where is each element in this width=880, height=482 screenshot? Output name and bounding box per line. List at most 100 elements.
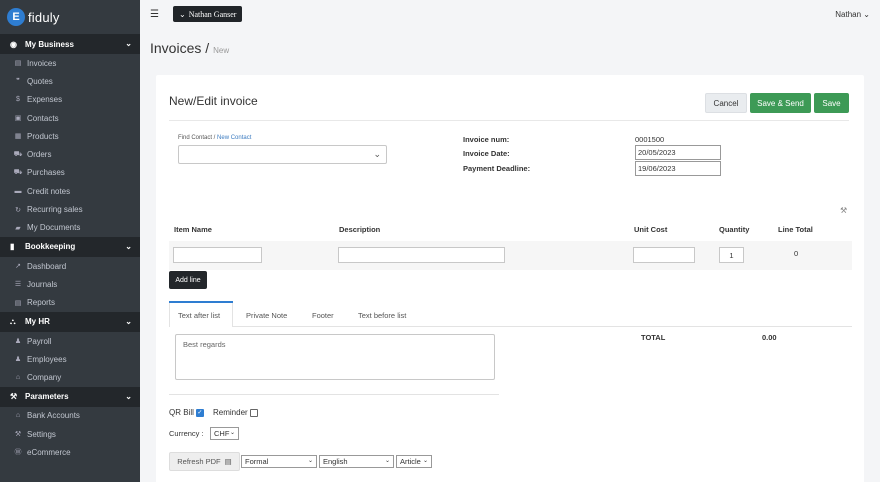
book-icon: ▮ (10, 242, 15, 252)
sidebar-section-my-business[interactable]: ◉ My Business ⌄ (0, 34, 140, 54)
chevron-down-icon: ⌄ (373, 149, 381, 159)
list-icon: ☰ (14, 281, 22, 289)
sidebar-item-my-documents[interactable]: ▰ My Documents (0, 219, 140, 237)
sidebar-item-recurring-sales[interactable]: ↻ Recurring sales (0, 200, 140, 218)
find-contact-label: Find Contact / New Contact (178, 135, 252, 141)
tab-active-indicator (169, 301, 233, 303)
bank-icon: ⌂ (15, 412, 21, 420)
divider (169, 394, 499, 395)
chevron-down-icon: ⌄ (125, 391, 132, 401)
user-money-icon: ♟ (14, 338, 22, 345)
sidebar-item-journals[interactable]: ☰ Journals (0, 275, 140, 293)
box-icon: ▦ (14, 133, 22, 141)
sidebar-item-quotes[interactable]: ❞ Quotes (0, 72, 140, 90)
chevron-down-icon: ⌄ (179, 9, 186, 19)
sidebar-item-bank-accounts[interactable]: ⌂ Bank Accounts (0, 407, 140, 425)
logo-icon: E (7, 8, 25, 26)
item-name-input[interactable] (173, 247, 262, 263)
chevron-down-icon: ⌄ (422, 458, 428, 464)
minus-icon: ▬ (14, 187, 22, 195)
folder-icon: ▰ (15, 224, 21, 232)
sidebar: E fiduly ◉ My Business ⌄ ▤ Invoices ❞ Quot… (0, 0, 140, 482)
table-row (169, 241, 852, 270)
invoice-num-label: Invoice num: (463, 135, 510, 144)
pdf-style-select[interactable]: Formal ⌄ (241, 455, 317, 468)
tab-private-note[interactable]: Private Note (246, 311, 287, 320)
sidebar-item-contacts[interactable]: ▣ Contacts (0, 109, 140, 127)
sidebar-item-employees[interactable]: ♟ Employees (0, 350, 140, 368)
quote-icon: ❞ (16, 78, 20, 86)
brand-logo[interactable]: E fiduly (0, 0, 140, 34)
address-card-icon: ▣ (14, 115, 22, 123)
sidebar-item-dashboard[interactable]: ↗ Dashboard (0, 257, 140, 275)
qr-bill-checkbox[interactable]: ✓ (195, 408, 204, 417)
col-description: Description (339, 225, 381, 234)
reminder-checkbox[interactable] (249, 408, 258, 417)
refresh-icon: ↻ (15, 206, 21, 214)
sidebar-item-expenses[interactable]: $ Expenses (0, 91, 140, 109)
new-contact-link[interactable]: New Contact (217, 135, 251, 141)
page-title: Invoices / New (150, 40, 230, 56)
tab-footer[interactable]: Footer (312, 311, 334, 320)
refresh-pdf-button[interactable]: Refresh PDF ▤ (169, 452, 240, 471)
report-icon: ▤ (14, 299, 22, 307)
wrench-icon[interactable]: ⚒ (840, 206, 847, 215)
cancel-button[interactable]: Cancel (705, 93, 747, 113)
sitemap-icon: ⛬ (10, 316, 16, 326)
invoice-date-input[interactable]: 20/05/2023 (635, 145, 721, 160)
description-input[interactable] (338, 247, 505, 263)
chevron-down-icon: ⌄ (307, 458, 313, 464)
col-unit-cost: Unit Cost (634, 225, 668, 234)
chevron-down-icon: ⌄ (125, 316, 132, 326)
pdf-layout-select[interactable]: Article ⌄ (396, 455, 432, 468)
dollar-icon: $ (16, 96, 20, 104)
chevron-down-icon: ⌄ (125, 241, 132, 251)
reminder-option[interactable]: Reminder (213, 408, 258, 417)
payment-deadline-input[interactable]: 19/06/2023 (635, 161, 721, 176)
sidebar-item-invoices[interactable]: ▤ Invoices (0, 54, 140, 72)
sidebar-item-ecommerce[interactable]: ⓌeCommerce (0, 443, 140, 461)
sidebar-item-payroll[interactable]: ♟ Payroll (0, 332, 140, 350)
brand-name: fiduly (28, 9, 60, 25)
users-icon: ♟ (14, 356, 22, 364)
col-quantity: Quantity (719, 225, 750, 234)
cart-icon: ⛟ (13, 151, 23, 159)
user-menu[interactable]: Nathan ⌄ (835, 10, 870, 19)
add-line-button[interactable]: Add line (169, 271, 207, 289)
pdf-language-select[interactable]: English ⌄ (319, 455, 394, 468)
breadcrumb-current: New (213, 46, 230, 55)
sidebar-item-products[interactable]: ▦ Products (0, 127, 140, 145)
sidebar-item-purchases[interactable]: ⛟ Purchases (0, 164, 140, 182)
dashboard-gauge-icon: ◉ (10, 39, 17, 49)
currency-select[interactable]: CHF ⌄ (210, 427, 239, 440)
sidebar-item-orders[interactable]: ⛟ Orders (0, 145, 140, 163)
invoice-num-value: 0001500 (635, 135, 665, 144)
tab-text-before-list[interactable]: Text before list (358, 311, 406, 320)
tab-text-after-list[interactable]: Text after list (178, 311, 220, 320)
text-after-list-textarea[interactable]: Best regards (175, 334, 495, 380)
invoice-date-label: Invoice Date: (463, 149, 510, 158)
chevron-down-icon: ⌄ (863, 10, 870, 19)
sidebar-section-bookkeeping[interactable]: ▮ Bookkeeping ⌄ (0, 236, 140, 257)
sidebar-section-parameters[interactable]: ⚒ Parameters ⌄ (0, 386, 140, 407)
sidebar-item-settings[interactable]: ⚒ Settings (0, 425, 140, 443)
account-dropdown[interactable]: ⌄ Nathan Ganser (173, 6, 243, 22)
sidebar-section-my-hr[interactable]: ⛬ My HR ⌄ (0, 311, 140, 332)
contact-select[interactable]: ⌄ (178, 145, 387, 164)
divider (169, 120, 849, 121)
total-value: 0.00 (762, 333, 777, 342)
unit-cost-input[interactable] (633, 247, 695, 263)
hamburger-menu-icon[interactable]: ☰ (150, 9, 159, 20)
sidebar-item-company[interactable]: ⌂ Company (0, 368, 140, 386)
quantity-input[interactable]: 1 (719, 247, 744, 263)
form-title: New/Edit invoice (169, 94, 258, 108)
sidebar-item-reports[interactable]: ▤ Reports (0, 294, 140, 312)
building-icon: ⌂ (15, 374, 21, 382)
payment-deadline-label: Payment Deadline: (463, 164, 531, 173)
qr-bill-option[interactable]: QR Bill ✓ (169, 408, 204, 417)
save-and-send-button[interactable]: Save & Send (750, 93, 811, 113)
sidebar-item-credit-notes[interactable]: ▬ Credit notes (0, 182, 140, 200)
save-button[interactable]: Save (814, 93, 849, 113)
total-label: TOTAL (641, 333, 666, 342)
tabs-divider (169, 326, 852, 327)
